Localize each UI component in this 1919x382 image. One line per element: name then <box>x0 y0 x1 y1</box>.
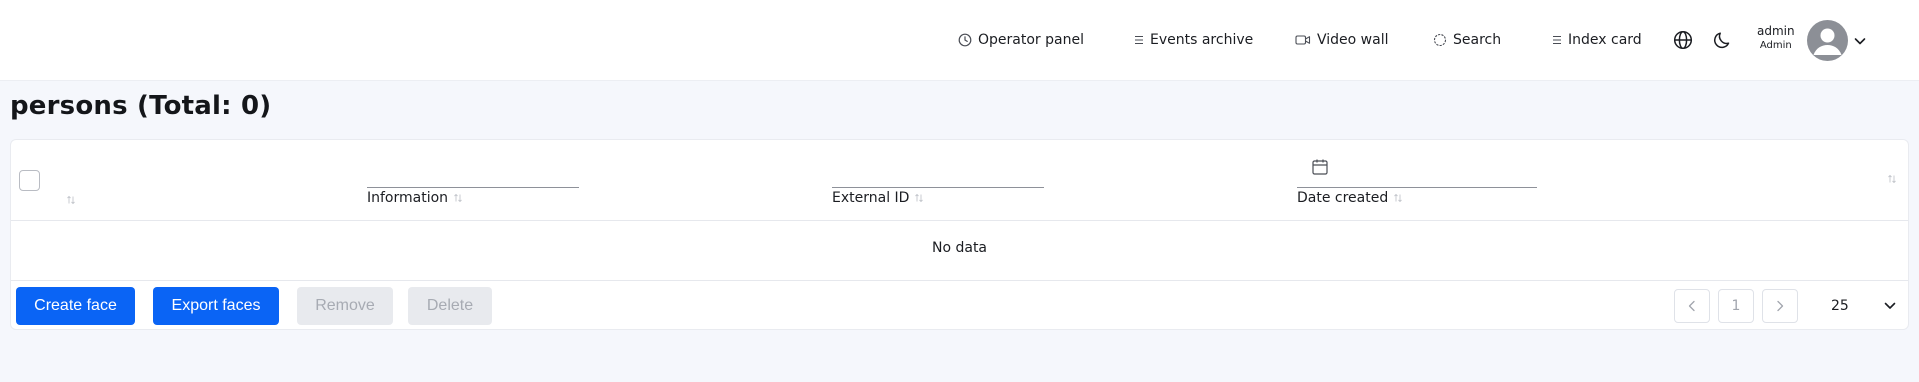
clock-icon <box>958 33 972 47</box>
create-face-button[interactable]: Create face <box>16 287 135 325</box>
sort-icon[interactable] <box>1887 174 1897 184</box>
column-header-information[interactable]: Information <box>367 190 463 206</box>
calendar-icon[interactable] <box>1311 158 1329 176</box>
sort-icon[interactable] <box>66 195 76 205</box>
column-header-external-id[interactable]: External ID <box>832 190 924 206</box>
column-label-information: Information <box>367 190 449 206</box>
chevron-down-icon[interactable] <box>1883 300 1897 312</box>
search-target-icon <box>1433 33 1447 47</box>
sort-icon[interactable] <box>453 193 463 203</box>
user-role: Admin <box>1759 40 1792 51</box>
list-icon <box>1553 36 1561 44</box>
page-title: persons (Total: 0) <box>10 91 272 121</box>
nav-video-wall-label: Video wall <box>1317 32 1389 48</box>
table-footer-divider <box>11 280 1908 281</box>
date-created-filter-input[interactable] <box>1297 187 1537 188</box>
column-label-external-id: External ID <box>832 190 910 206</box>
column-header-date-created[interactable]: Date created <box>1297 190 1403 206</box>
nav-events-archive-label: Events archive <box>1150 32 1254 48</box>
list-icon <box>1135 36 1143 44</box>
nav-search[interactable]: Search <box>1433 28 1501 52</box>
persons-table-card: Information External ID Date created No … <box>10 139 1909 330</box>
previous-page-button[interactable] <box>1674 289 1710 323</box>
next-page-button[interactable] <box>1762 289 1798 323</box>
external-id-filter-input[interactable] <box>832 187 1044 188</box>
information-filter-input[interactable] <box>367 187 579 188</box>
user-name: admin <box>1757 24 1795 38</box>
top-navbar: Operator panel Events archive Video wall… <box>0 0 1919 81</box>
sort-icon[interactable] <box>914 193 924 203</box>
page-size-value[interactable]: 25 <box>1831 298 1849 314</box>
user-menu-toggle[interactable] <box>1853 33 1867 52</box>
video-camera-icon <box>1295 35 1311 45</box>
empty-state-text: No data <box>931 240 988 256</box>
current-page-indicator[interactable]: 1 <box>1718 289 1754 323</box>
nav-index-card[interactable]: Index card <box>1552 28 1642 52</box>
user-avatar-icon[interactable] <box>1807 20 1848 61</box>
column-label-date-created: Date created <box>1297 190 1389 206</box>
remove-button[interactable]: Remove <box>297 287 393 325</box>
language-button[interactable] <box>1673 30 1693 54</box>
nav-operator-panel-label: Operator panel <box>978 32 1084 48</box>
user-info[interactable]: admin Admin <box>1757 24 1795 53</box>
nav-operator-panel[interactable]: Operator panel <box>958 28 1084 52</box>
delete-button[interactable]: Delete <box>408 287 492 325</box>
moon-icon <box>1714 32 1730 49</box>
globe-icon <box>1673 30 1693 50</box>
sort-icon[interactable] <box>1393 193 1403 203</box>
select-all-checkbox[interactable] <box>19 170 40 191</box>
nav-index-card-label: Index card <box>1568 32 1642 48</box>
export-faces-button[interactable]: Export faces <box>153 287 279 325</box>
chevron-down-icon <box>1854 38 1866 45</box>
chevron-right-icon <box>1777 300 1784 312</box>
table-header-divider <box>11 220 1908 221</box>
nav-search-label: Search <box>1453 32 1502 48</box>
nav-video-wall[interactable]: Video wall <box>1295 28 1388 52</box>
chevron-left-icon <box>1688 300 1695 312</box>
nav-events-archive[interactable]: Events archive <box>1134 28 1253 52</box>
theme-toggle-button[interactable] <box>1713 30 1733 54</box>
